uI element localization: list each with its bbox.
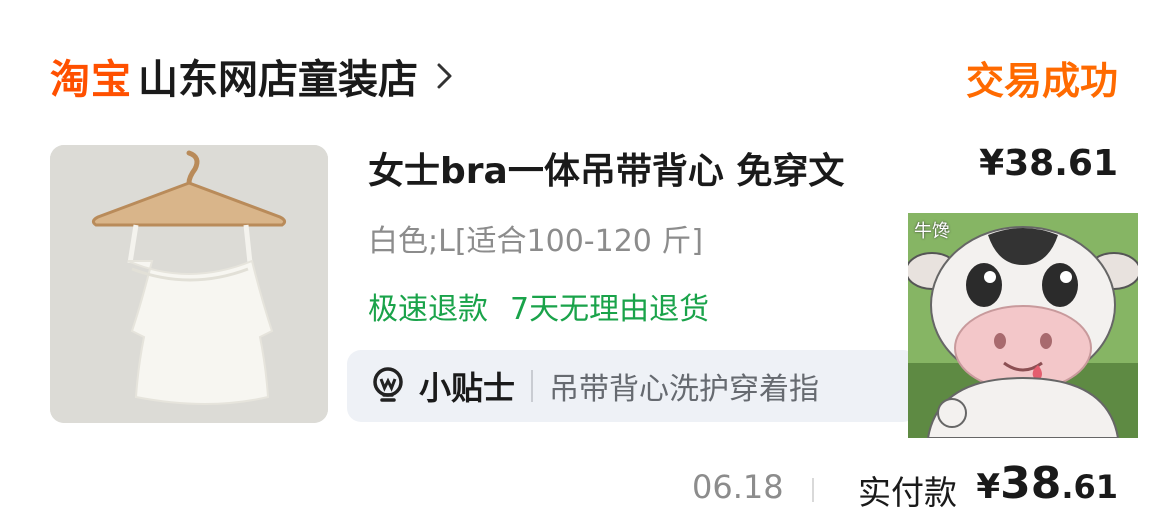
product-price: ¥38.61 — [979, 143, 1118, 184]
paid-currency: ¥ — [976, 467, 1001, 507]
camisole-icon — [50, 145, 328, 423]
paid-integer: 38 — [1000, 458, 1062, 509]
chevron-right-icon[interactable] — [434, 61, 456, 91]
product-title[interactable]: 女士bra一体吊带背心 免穿文 — [368, 142, 928, 194]
taobao-logo: 淘宝 — [50, 57, 132, 103]
shop-name[interactable]: 山东网店童装店 — [138, 47, 418, 105]
footer-divider — [812, 478, 814, 502]
service-tags: 极速退款 7天无理由退货 — [368, 284, 709, 328]
order-status: 交易成功 — [965, 59, 1118, 103]
sticker-tag: 牛馋 — [914, 221, 950, 242]
tips-text: 吊带背心洗护穿着指 — [549, 372, 820, 407]
paid-decimal: .61 — [1061, 468, 1118, 506]
tips-label: 小贴士 — [419, 369, 516, 407]
order-card[interactable]: 淘宝 山东网店童装店 交易成功 女士bra一体吊带背心 免穿文 ¥38.61 白… — [0, 0, 1170, 524]
tips-divider — [531, 370, 534, 402]
shop-header[interactable]: 淘宝 山东网店童装店 — [50, 46, 456, 106]
cow-sticker: 牛馋 — [908, 213, 1138, 438]
service-tag: 极速退款 — [368, 292, 488, 327]
order-date: 06.18 — [692, 468, 784, 506]
product-image[interactable] — [50, 145, 328, 423]
paid-amount: ¥ 38 .61 — [976, 458, 1118, 509]
lightbulb-icon — [373, 367, 403, 402]
service-tag: 7天无理由退货 — [510, 292, 710, 327]
paid-label: 实付款 — [858, 473, 957, 512]
cow-sticker-icon — [908, 213, 1138, 438]
product-sku: 白色;L[适合100-120 斤] — [368, 224, 704, 259]
tips-bar[interactable]: 小贴士 吊带背心洗护穿着指 — [347, 350, 917, 422]
